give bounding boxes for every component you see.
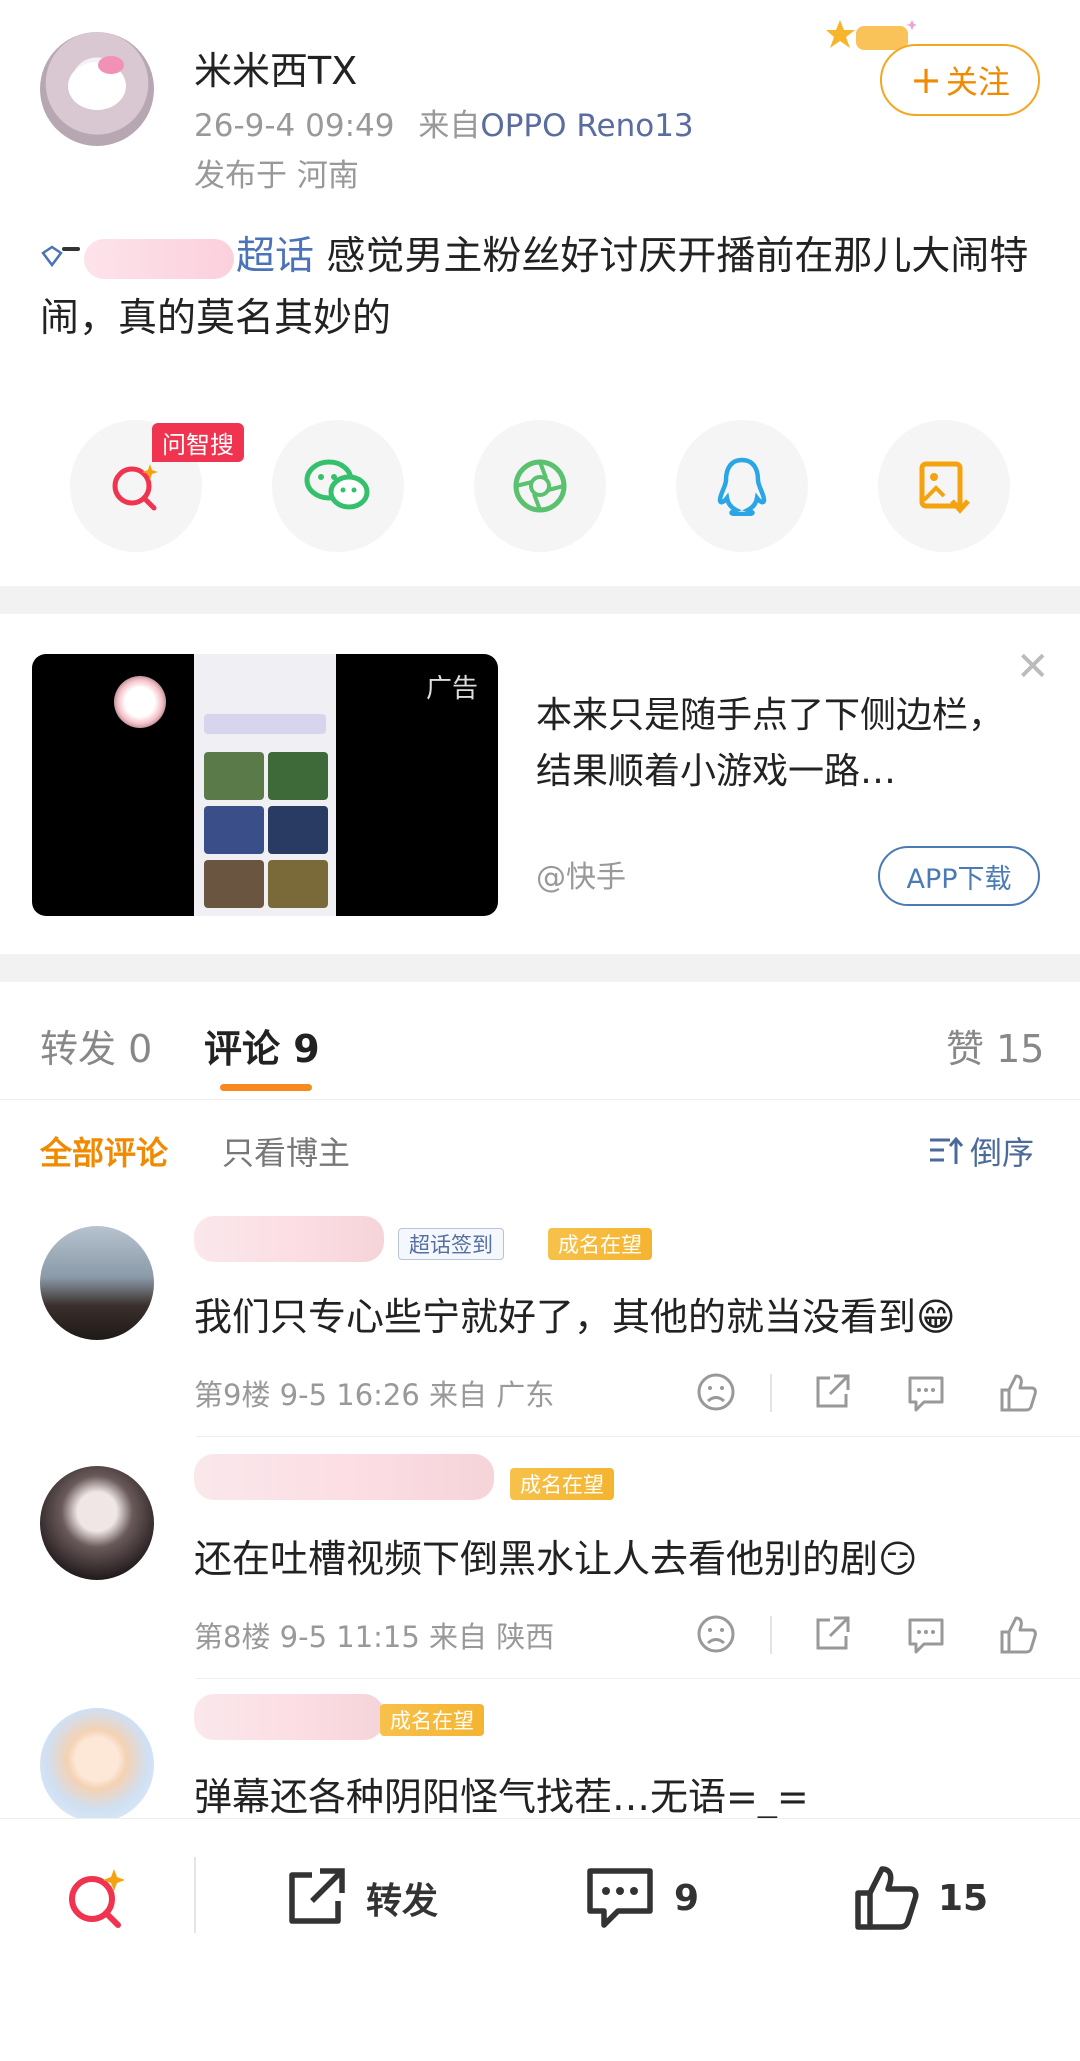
bottom-bar-separator bbox=[194, 1857, 196, 1933]
ad-source: @快手 bbox=[536, 860, 626, 895]
tab-likes[interactable]: 赞 15 bbox=[946, 1018, 1044, 1073]
moments-icon bbox=[513, 459, 567, 513]
share-moments[interactable] bbox=[474, 420, 606, 552]
post-location: 发布于 河南 bbox=[194, 158, 359, 194]
ad-tag: 广告 bbox=[425, 674, 478, 704]
save-image-icon bbox=[919, 461, 970, 514]
bottom-repost-label: 转发 bbox=[366, 1881, 439, 1922]
tab-repost[interactable]: 转发 0 bbox=[40, 1018, 152, 1073]
comment-meta: 第8楼 9-5 11:15 来自 陕西 bbox=[194, 1620, 555, 1654]
share-qq[interactable] bbox=[676, 420, 808, 552]
section-divider bbox=[0, 586, 1080, 614]
bottom-comment-count: 9 bbox=[674, 1877, 700, 1919]
reply-comment-icon[interactable] bbox=[904, 1370, 948, 1414]
smirk-emoji-icon: 😏 bbox=[878, 1537, 918, 1581]
comment-text: 我们只专心些宁就好了，其他的就当没看到😁 bbox=[194, 1295, 956, 1339]
author-avatar[interactable] bbox=[40, 32, 154, 146]
comment-filter-row: 全部评论 只看博主 倒序 bbox=[0, 1120, 1080, 1180]
author-name[interactable]: 米米西TX bbox=[194, 40, 357, 95]
tab-comments[interactable]: 评论 9 bbox=[204, 1018, 320, 1073]
badge-fame: 成名在望 bbox=[380, 1704, 484, 1736]
ad-title[interactable]: 本来只是随手点了下侧边栏，结果顺着小游戏一路… bbox=[536, 688, 1036, 800]
dislike-face-icon[interactable] bbox=[694, 1370, 738, 1414]
from-label: 来自 bbox=[418, 108, 481, 144]
super-topic-link[interactable]: 超话 bbox=[236, 234, 314, 279]
commenter-avatar[interactable] bbox=[40, 1708, 154, 1822]
share-comment-icon[interactable] bbox=[810, 1612, 854, 1656]
share-comment-icon[interactable] bbox=[810, 1370, 854, 1414]
commenter-avatar[interactable] bbox=[40, 1466, 154, 1580]
section-divider bbox=[0, 954, 1080, 982]
bottom-comment-button[interactable]: 9 bbox=[584, 1863, 699, 1933]
ad-close-icon[interactable]: ✕ bbox=[1016, 644, 1050, 690]
super-topic-icon bbox=[41, 245, 80, 268]
post-content: 超话 感觉男主粉丝好讨厌开播前在那儿大闹特闹，真的莫名其妙的 bbox=[40, 226, 1040, 350]
ad-phone-screenshot bbox=[194, 654, 336, 916]
commenter-name-redacted[interactable] bbox=[194, 1454, 494, 1500]
post-time: 26-9-4 09:49 bbox=[194, 108, 395, 144]
topic-name-redacted bbox=[84, 238, 234, 279]
repost-icon bbox=[289, 1868, 345, 1924]
follow-label: 关注 bbox=[945, 63, 1010, 101]
qq-icon bbox=[717, 457, 767, 516]
sort-label: 倒序 bbox=[970, 1134, 1035, 1172]
post-meta: 26-9-4 09:49 来自OPPO Reno13 bbox=[194, 100, 694, 145]
interaction-tabs: 转发 0 评论 9 赞 15 bbox=[0, 980, 1080, 1100]
like-comment-icon[interactable] bbox=[996, 1612, 1040, 1656]
bottom-like-button[interactable]: 15 bbox=[852, 1863, 988, 1933]
comment-icon bbox=[587, 1868, 653, 1928]
commenter-name-redacted[interactable] bbox=[194, 1216, 384, 1262]
post-device[interactable]: OPPO Reno13 bbox=[480, 108, 693, 144]
zhisou-icon bbox=[69, 1869, 125, 1928]
share-wechat[interactable] bbox=[272, 420, 404, 552]
comment-actions bbox=[690, 1370, 1050, 1420]
ad-video-thumbnail[interactable]: 广告 bbox=[32, 654, 498, 916]
share-save-image[interactable] bbox=[878, 420, 1010, 552]
sort-button[interactable]: 倒序 bbox=[928, 1128, 1034, 1174]
post-header: 米米西TX 26-9-4 09:49 来自OPPO Reno13 发布于 河南 … bbox=[0, 0, 1080, 200]
follow-button[interactable]: + 关注 bbox=[880, 44, 1040, 116]
ad-download-button[interactable]: APP下载 bbox=[878, 846, 1040, 906]
bottom-repost-button[interactable]: 转发 bbox=[280, 1863, 438, 1933]
comment-actions bbox=[690, 1612, 1050, 1662]
filter-poster-only[interactable]: 只看博主 bbox=[222, 1128, 350, 1174]
badge-checkin: 超话签到 bbox=[398, 1228, 504, 1260]
like-icon bbox=[855, 1866, 919, 1930]
comment-meta: 第9楼 9-5 16:26 来自 广东 bbox=[194, 1378, 555, 1412]
bottom-zhisou-button[interactable] bbox=[62, 1863, 148, 1933]
zhisou-badge: 问智搜 bbox=[152, 423, 244, 462]
like-comment-icon[interactable] bbox=[996, 1370, 1040, 1414]
sort-icon bbox=[930, 1136, 964, 1164]
commenter-name-redacted[interactable] bbox=[194, 1694, 384, 1740]
commenter-avatar[interactable] bbox=[40, 1226, 154, 1340]
plus-icon: + bbox=[910, 58, 942, 102]
bottom-like-count: 15 bbox=[938, 1877, 989, 1919]
wechat-icon bbox=[304, 459, 370, 510]
comment-text: 弹幕还各种阴阳怪气找茬…无语=_= bbox=[194, 1775, 809, 1819]
reply-comment-icon[interactable] bbox=[904, 1612, 948, 1656]
dislike-face-icon[interactable] bbox=[694, 1612, 738, 1656]
zhisou-icon bbox=[112, 464, 158, 511]
comment-divider bbox=[196, 1678, 1080, 1679]
tab-active-indicator bbox=[220, 1084, 312, 1091]
bottom-action-bar: 转发 9 15 bbox=[0, 1818, 1080, 1978]
comment-text: 还在吐槽视频下倒黑水让人去看他别的剧😏 bbox=[194, 1537, 918, 1581]
grin-emoji-icon: 😁 bbox=[916, 1295, 956, 1339]
filter-all-comments[interactable]: 全部评论 bbox=[40, 1128, 168, 1174]
comment-divider bbox=[196, 1436, 1080, 1437]
badge-fame: 成名在望 bbox=[548, 1228, 652, 1260]
badge-fame: 成名在望 bbox=[510, 1468, 614, 1500]
